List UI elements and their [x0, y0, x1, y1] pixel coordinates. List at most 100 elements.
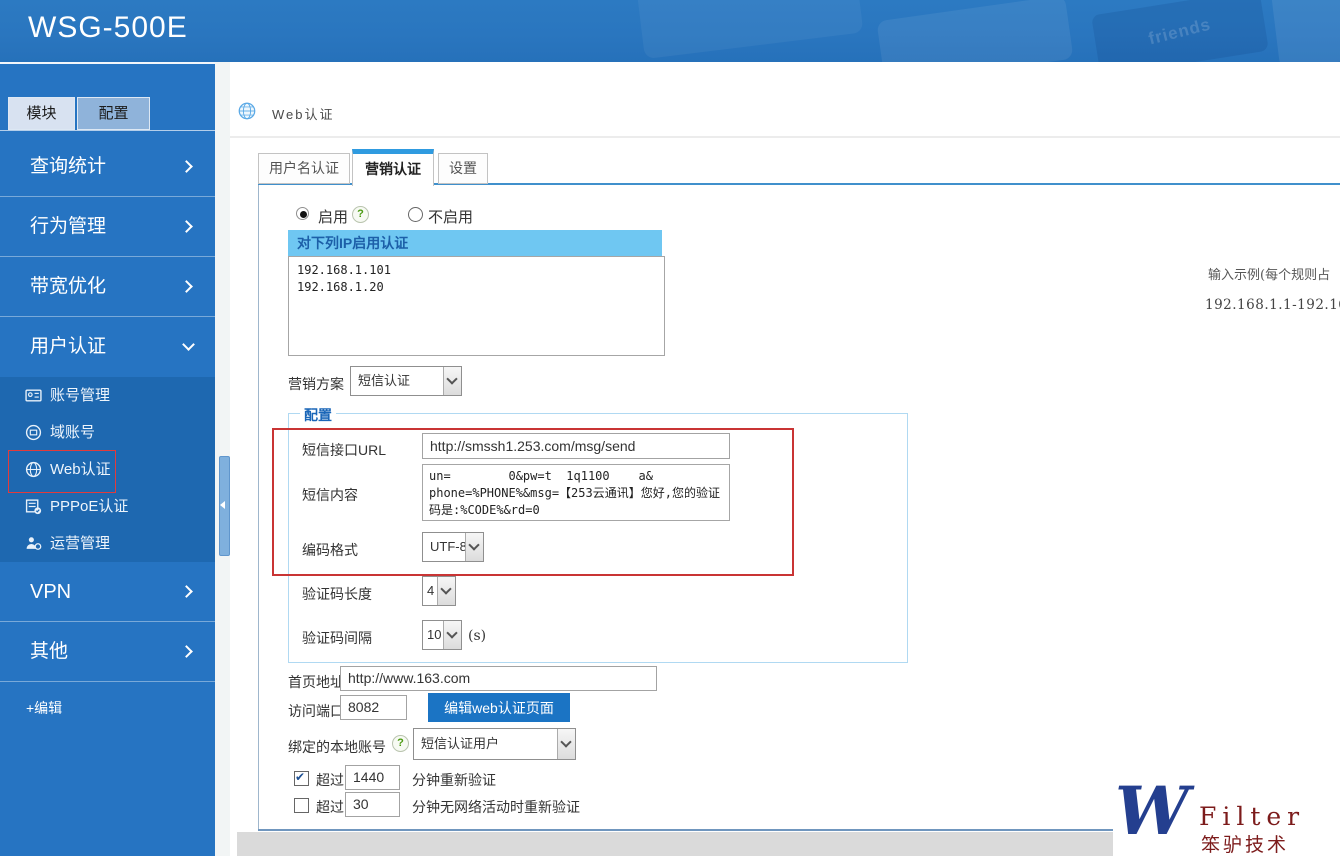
sidebar-tab-modules[interactable]: 模块: [8, 97, 75, 130]
select-dropdown-button: [557, 729, 575, 759]
sidebar-item-label: VPN: [30, 581, 71, 603]
chevron-right-icon: [180, 280, 193, 293]
chevron-down-icon: [446, 374, 457, 385]
keyboard-key-decor: [637, 0, 864, 59]
selected-item-highlight: [8, 450, 116, 493]
sidebar-item-user-auth[interactable]: 用户认证: [0, 317, 215, 377]
homepage-label: 首页地址: [288, 672, 344, 692]
sidebar-item-other[interactable]: 其他: [0, 622, 215, 682]
code-interval-unit: (s): [468, 628, 486, 644]
select-dropdown-button: [443, 367, 461, 395]
app-title: WSG-500E: [28, 11, 188, 45]
disable-radio[interactable]: [408, 207, 423, 222]
sidebar-item-bandwidth[interactable]: 带宽优化: [0, 257, 215, 317]
chevron-right-icon: [180, 645, 193, 658]
ip-hint-line2: 192.168.1.1-192.168: [1205, 297, 1340, 313]
config-fieldset-legend: 配置: [300, 405, 336, 425]
disable-radio-label: 不启用: [428, 206, 473, 227]
sidebar: 模块 配置 查询统计 行为管理 带宽优化 用户认证: [0, 62, 215, 856]
collapse-arrow-icon: [220, 501, 225, 509]
sidebar-item-label: 运营管理: [50, 535, 110, 552]
content-panel-bottom-border: [258, 829, 1114, 831]
chevron-right-icon: [180, 220, 193, 233]
marketing-plan-select[interactable]: 短信认证: [350, 366, 462, 396]
pppoe-doc-icon: [25, 498, 42, 515]
chevron-right-icon: [180, 585, 193, 598]
content-panel-left-border: [258, 184, 259, 830]
sidebar-item-pppoe-auth[interactable]: PPPoE认证: [0, 488, 215, 525]
id-card-icon: [25, 387, 42, 404]
encoding-label: 编码格式: [302, 540, 358, 560]
port-label: 访问端口: [288, 701, 344, 721]
idle-timeout-input[interactable]: 30: [345, 792, 400, 817]
sidebar-item-vpn[interactable]: VPN: [0, 562, 215, 622]
top-bar: friends WSG-500E: [0, 0, 1340, 62]
sidebar-item-behavior[interactable]: 行为管理: [0, 197, 215, 257]
keyboard-key-decor: [1271, 0, 1340, 62]
sidebar-item-label: 行为管理: [30, 216, 106, 237]
enable-radio-label: 启用: [318, 206, 348, 227]
idle-timeout-suffix: 分钟无网络活动时重新验证: [412, 797, 580, 817]
sidebar-edit-link[interactable]: +编辑: [26, 698, 62, 718]
sidebar-item-account-mgmt[interactable]: 账号管理: [0, 377, 215, 414]
sidebar-collapse-handle[interactable]: [219, 456, 230, 556]
sidebar-tab-config[interactable]: 配置: [77, 97, 150, 130]
sidebar-item-label: 带宽优化: [30, 276, 106, 297]
chevron-down-icon: [182, 338, 195, 351]
sidebar-item-label: 账号管理: [50, 387, 110, 404]
code-interval-label: 验证码间隔: [302, 628, 372, 648]
logo-w-mark: W: [1115, 772, 1189, 850]
sms-content-textarea[interactable]: un= 0&pw=t 1q1100 a& phone=%PHONE%&msg=【…: [422, 464, 730, 521]
sidebar-item-label: 查询统计: [30, 156, 106, 177]
reauth-timeout-input[interactable]: 1440: [345, 765, 400, 790]
chevron-right-icon: [180, 160, 193, 173]
sms-content-label: 短信内容: [302, 485, 358, 505]
idle-timeout-prefix: 超过: [316, 797, 344, 817]
sidebar-divider: [0, 130, 215, 131]
reauth-timeout-suffix: 分钟重新验证: [412, 770, 496, 790]
sidebar-item-operation-mgmt[interactable]: 运营管理: [0, 525, 215, 562]
ip-list-textarea[interactable]: 192.168.1.101 192.168.1.20: [288, 256, 665, 356]
chevron-down-icon: [446, 628, 457, 639]
reauth-timeout-prefix: 超过: [316, 770, 344, 790]
encoding-select[interactable]: UTF-8: [422, 532, 484, 562]
marketing-plan-label: 营销方案: [288, 374, 344, 394]
sidebar-item-domain-account[interactable]: 域账号: [0, 414, 215, 451]
sidebar-item-label: PPPoE认证: [50, 498, 128, 515]
page-globe-icon: [238, 102, 256, 120]
bind-account-help-icon[interactable]: ?: [392, 735, 409, 752]
edit-web-auth-page-button[interactable]: 编辑web认证页面: [428, 693, 570, 722]
tab-username-auth[interactable]: 用户名认证: [258, 153, 350, 184]
sidebar-item-label: 域账号: [50, 424, 95, 441]
select-dropdown-button: [437, 577, 455, 605]
code-length-label: 验证码长度: [302, 584, 372, 604]
ip-hint-line1: 输入示例(每个规则占: [1208, 264, 1330, 283]
chevron-down-icon: [560, 736, 571, 747]
logo-subtitle: 笨驴技术: [1201, 830, 1289, 856]
tab-settings[interactable]: 设置: [438, 153, 488, 184]
page-title: Web认证: [272, 104, 335, 123]
sms-url-label: 短信接口URL: [302, 440, 386, 460]
homepage-input[interactable]: http://www.163.com: [340, 666, 657, 691]
bind-account-select[interactable]: 短信认证用户: [413, 728, 576, 760]
enable-radio[interactable]: [296, 207, 309, 220]
select-dropdown-button: [443, 621, 461, 649]
tab-marketing-auth[interactable]: 营销认证: [352, 149, 434, 186]
domain-account-icon: [25, 424, 42, 441]
enable-help-icon[interactable]: ?: [352, 206, 369, 223]
select-dropdown-button: [465, 533, 483, 561]
sidebar-item-query-stats[interactable]: 查询统计: [0, 137, 215, 197]
idle-timeout-checkbox[interactable]: [294, 798, 309, 813]
code-interval-select[interactable]: 10: [422, 620, 462, 650]
ip-list-header: 对下列IP启用认证: [288, 230, 662, 256]
wsg-500e-admin-ui: friends WSG-500E 模块 配置 查询统计 行为管理 带宽优化 用户…: [0, 0, 1340, 856]
sidebar-item-label: 用户认证: [30, 336, 106, 357]
bind-account-label: 绑定的本地账号: [288, 737, 386, 757]
port-input[interactable]: 8082: [340, 695, 407, 720]
code-length-select[interactable]: 4: [422, 576, 456, 606]
logo-name: Filter: [1199, 802, 1305, 831]
reauth-timeout-checkbox[interactable]: [294, 771, 309, 786]
sms-url-input[interactable]: http://smssh1.253.com/msg/send: [422, 433, 730, 459]
bind-account-value: 短信认证用户: [414, 729, 575, 759]
operator-icon: [25, 535, 42, 552]
